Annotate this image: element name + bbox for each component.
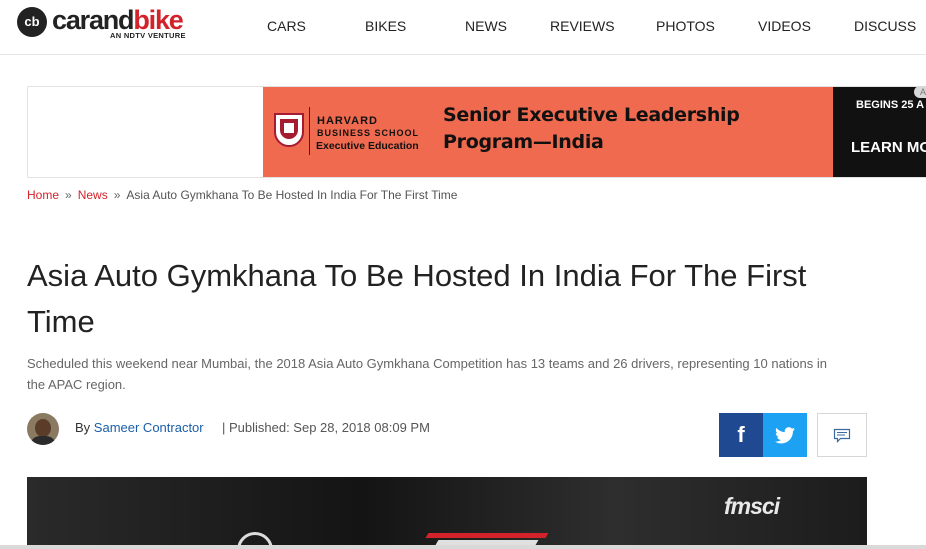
breadcrumb-news[interactable]: News <box>78 188 108 202</box>
ad-date-text: BEGINS 25 A <box>856 99 925 111</box>
published-date: | Published: Sep 28, 2018 08:09 PM <box>222 420 430 435</box>
breadcrumb-separator: » <box>113 188 121 202</box>
twitter-share-button[interactable] <box>763 413 807 457</box>
ad-choices-icon[interactable]: A <box>914 86 926 98</box>
fmsci-logo: fmsci <box>724 493 780 519</box>
byline: By Sameer Contractor <box>75 420 204 435</box>
nav-item-videos[interactable]: VIDEOS <box>758 18 811 34</box>
ad-headline: Senior Executive Leadership Program—Indi… <box>443 104 740 153</box>
breadcrumb: Home » News » Asia Auto Gymkhana To Be Hoste… <box>27 188 457 202</box>
ad-brand-line3: Executive Education <box>316 140 419 152</box>
ad-learn-more[interactable]: LEARN MO <box>851 139 926 156</box>
carandbike-logo[interactable]: cb carandbike AN NDTV VENTURE <box>17 5 202 42</box>
avatar[interactable] <box>27 413 59 445</box>
ad-banner[interactable]: HARVARD BUSINESS SCHOOL Executive Educat… <box>263 87 833 177</box>
author-link[interactable]: Sameer Contractor <box>94 420 204 435</box>
page-title: Asia Auto Gymkhana To Be Hosted In India… <box>27 258 807 339</box>
twitter-icon <box>775 427 795 444</box>
page-bottom-edge <box>0 545 926 549</box>
comment-icon <box>833 428 851 443</box>
facebook-share-button[interactable]: f <box>719 413 763 457</box>
breadcrumb-home[interactable]: Home <box>27 188 59 202</box>
nav-item-discuss[interactable]: DISCUSS <box>854 18 916 34</box>
nav-item-news[interactable]: NEWS <box>465 18 507 34</box>
breadcrumb-current: Asia Auto Gymkhana To Be Hosted In India… <box>126 188 458 202</box>
ad-brand-line1: HARVARD <box>317 115 378 127</box>
nav-item-cars[interactable]: CARS <box>267 18 306 34</box>
ad-divider <box>309 107 310 155</box>
site-header: cb carandbike AN NDTV VENTURE CARS BIKES… <box>0 0 926 55</box>
article-summary: Scheduled this weekend near Mumbai, the … <box>27 356 827 392</box>
nav-item-reviews[interactable]: REVIEWS <box>550 18 615 34</box>
facebook-icon: f <box>737 422 745 447</box>
harvard-shield-icon <box>274 113 304 147</box>
hero-image: fmsci <box>27 477 867 549</box>
comment-button[interactable] <box>817 413 867 457</box>
logo-mark-icon: cb <box>17 7 47 37</box>
logo-tagline: AN NDTV VENTURE <box>110 31 186 40</box>
breadcrumb-separator: » <box>65 188 72 202</box>
ad-cta-panel[interactable]: BEGINS 25 A LEARN MO <box>833 87 926 177</box>
byline-prefix: By <box>75 420 91 435</box>
ad-brand-line2: BUSINESS SCHOOL <box>317 128 420 138</box>
nav-item-bikes[interactable]: BIKES <box>365 18 406 34</box>
nav-item-photos[interactable]: PHOTOS <box>656 18 715 34</box>
